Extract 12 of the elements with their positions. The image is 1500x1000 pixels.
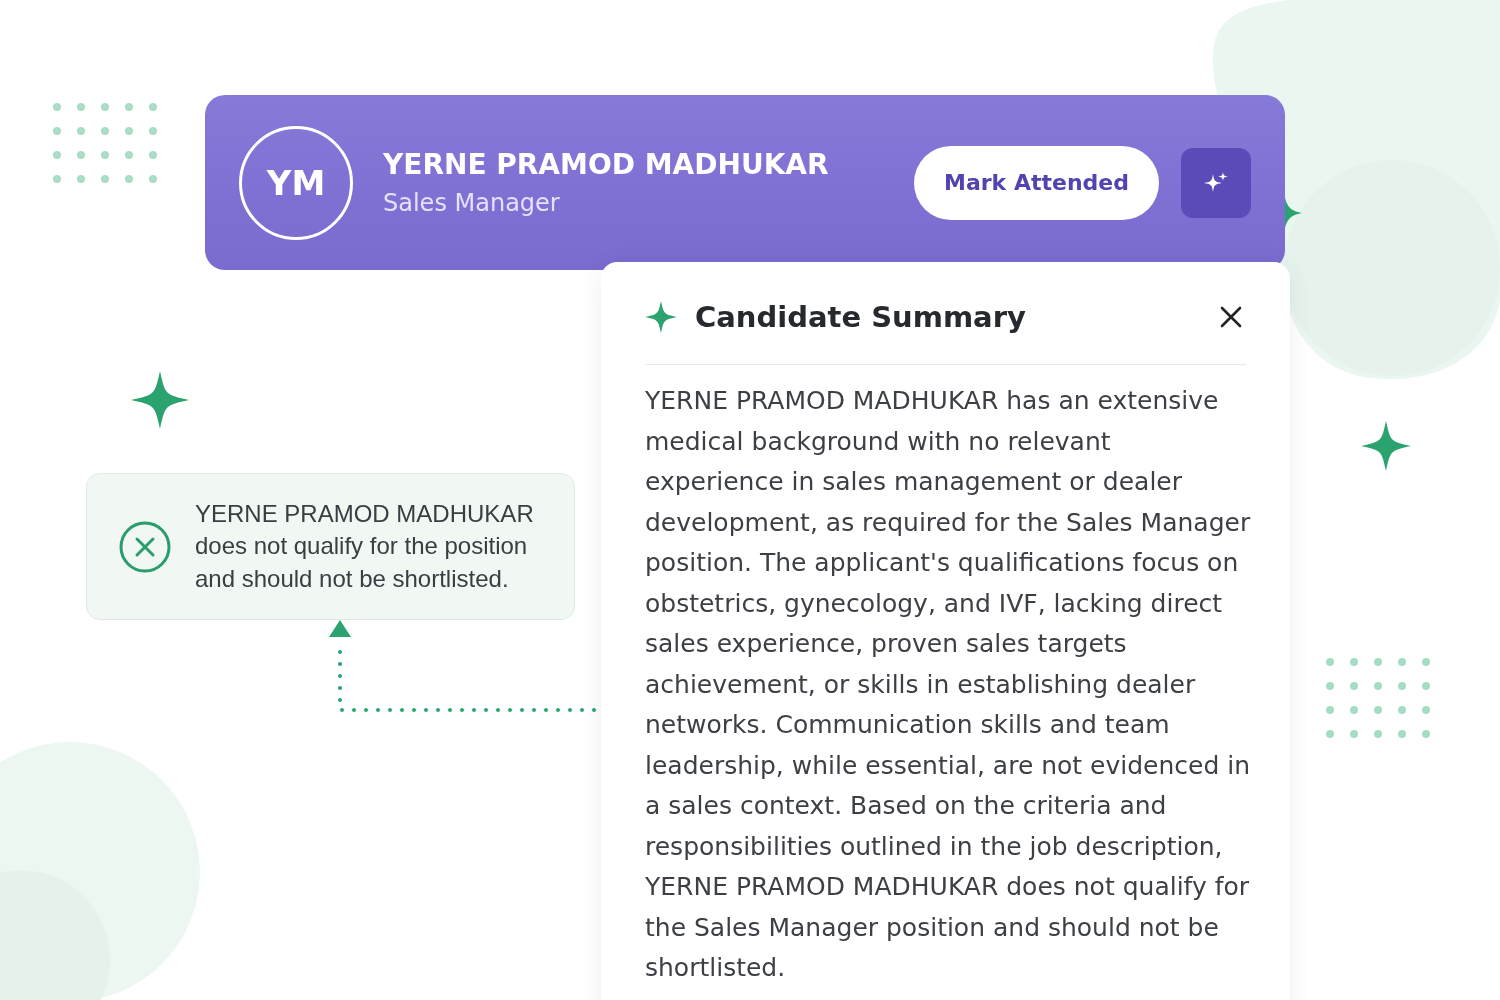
- sparkle-icon: [131, 371, 189, 429]
- mark-attended-button[interactable]: Mark Attended: [914, 145, 1159, 220]
- summary-text: YERNE PRAMOD MADHUKAR has an extensive medical background with no relevant experience in sales management or dealer development, as required for the Sales Manager position. The applicant's qualifications focus on obstetrics, gynecology, and IVF, lacking direct sales experience, proven sales targets achievement, or skills in establishing dealer networks. Communication skills and team leadership, while essential, are not evidenced in a sales context. Based on the criteria and responsibilities outlined in the job description, YERNE PRAMOD MADHUKAR does not qualify for the Sales Manager position and should not be shortlisted.: [645, 385, 1252, 984]
- close-button[interactable]: [1220, 306, 1242, 328]
- sparkle-icon: [1361, 421, 1411, 471]
- close-icon: [1220, 306, 1242, 328]
- panel-title: Candidate Summary: [695, 300, 1026, 334]
- avatar-initials: YM: [239, 125, 353, 240]
- candidate-name: YERNE PRAMOD MADHUKAR: [383, 146, 829, 183]
- sparkle-icon: [645, 301, 677, 333]
- verdict-text: YERNE PRAMOD MADHUKAR does not qualify for the position and should not be shortlisted.: [195, 498, 535, 594]
- candidate-role: Sales Manager: [383, 187, 560, 219]
